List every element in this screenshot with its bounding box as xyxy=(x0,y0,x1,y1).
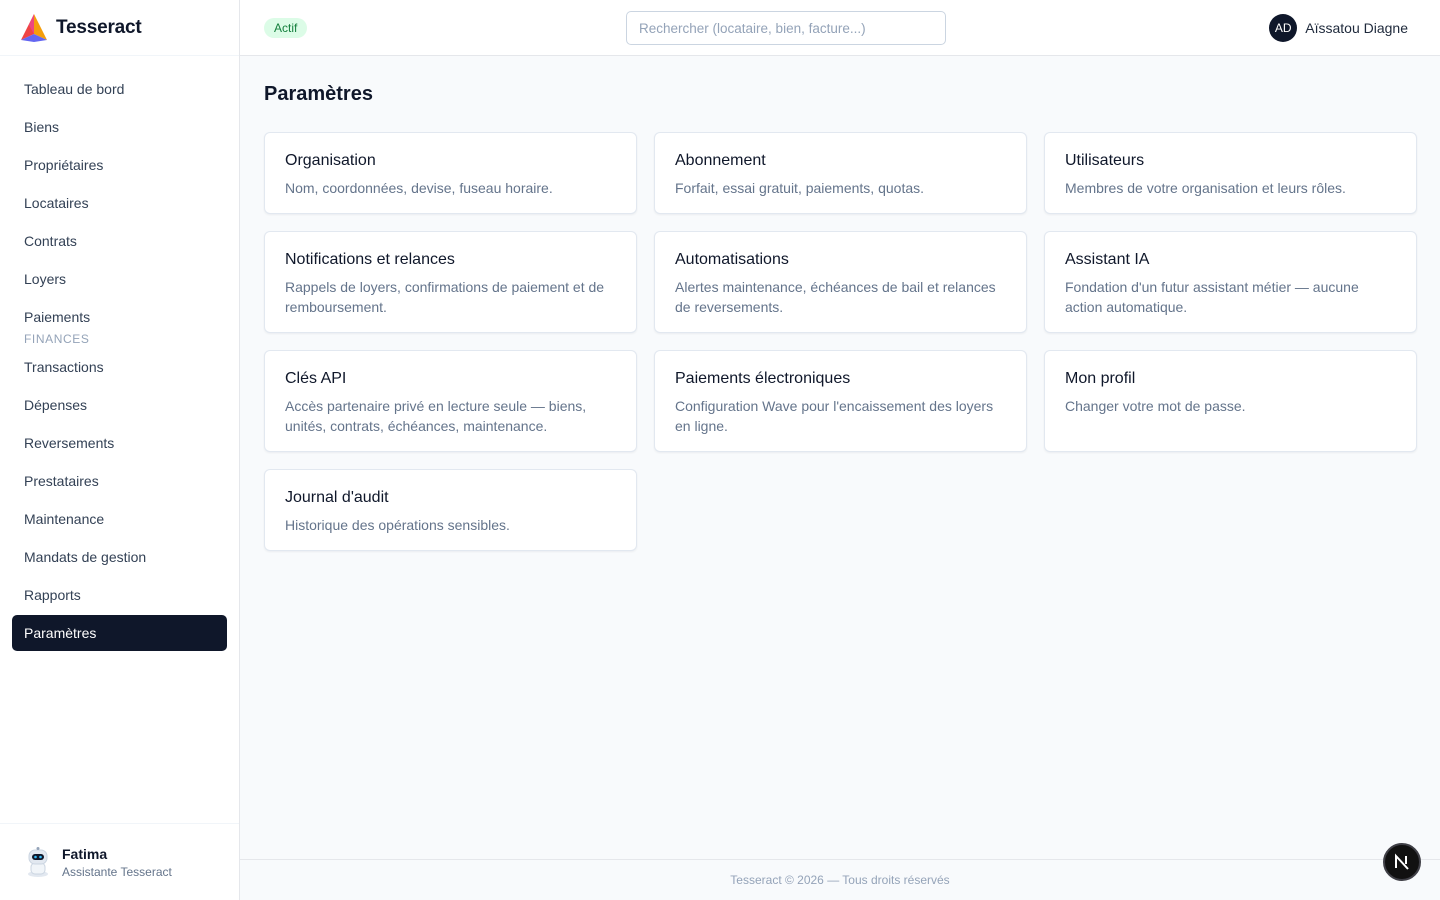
footer: Tesseract © 2026 — Tous droits réservés xyxy=(240,859,1440,900)
settings-card-mon-profil[interactable]: Mon profil Changer votre mot de passe. xyxy=(1044,350,1417,452)
page-title: Paramètres xyxy=(264,83,373,105)
settings-card-assistant-ia[interactable]: Assistant IA Fondation d'un futur assist… xyxy=(1044,231,1417,333)
sidebar-item-prestataires[interactable]: Prestataires xyxy=(12,463,227,499)
settings-card-automatisations[interactable]: Automatisations Alertes maintenance, éch… xyxy=(654,231,1027,333)
card-description: Rappels de loyers, confirmations de paie… xyxy=(285,279,605,315)
card-description: Nom, coordonnées, devise, fuseau horaire… xyxy=(285,180,553,196)
card-title: Clés API xyxy=(285,370,347,387)
card-title: Abonnement xyxy=(675,152,766,169)
sidebar-item-maintenance[interactable]: Maintenance xyxy=(12,501,227,537)
sidebar-item-contrats[interactable]: Contrats xyxy=(12,223,227,259)
assistant-name: Fatima xyxy=(62,845,108,862)
settings-card-journal-audit[interactable]: Journal d'audit Historique des opération… xyxy=(264,469,637,551)
settings-card-paiements-electroniques[interactable]: Paiements électroniques Configuration Wa… xyxy=(654,350,1027,452)
sidebar-nav: Tableau de bord Biens Propriétaires Loca… xyxy=(0,56,239,651)
card-title: Automatisations xyxy=(675,251,789,268)
settings-card-utilisateurs[interactable]: Utilisateurs Membres de votre organisati… xyxy=(1044,132,1417,214)
user-name: Aïssatou Diagne xyxy=(1305,20,1408,36)
main-content: Paramètres Organisation Nom, coordonnées… xyxy=(264,56,1417,551)
settings-card-cles-api[interactable]: Clés API Accès partenaire privé en lectu… xyxy=(264,350,637,452)
sidebar-item-biens[interactable]: Biens xyxy=(12,109,227,145)
sidebar-item-reversements[interactable]: Reversements xyxy=(12,425,227,461)
sidebar-item-transactions[interactable]: Transactions xyxy=(12,349,227,385)
status-badge: Actif xyxy=(264,18,308,38)
brand[interactable]: Tesseract xyxy=(0,0,239,56)
n-logo-icon xyxy=(1395,853,1409,870)
card-description: Fondation d'un futur assistant métier — … xyxy=(1065,279,1359,315)
avatar: AD xyxy=(1269,14,1298,42)
card-title: Assistant IA xyxy=(1065,251,1150,268)
card-title: Organisation xyxy=(285,152,376,169)
card-title: Journal d'audit xyxy=(285,489,389,506)
card-title: Mon profil xyxy=(1065,370,1136,387)
sidebar-item-depenses[interactable]: Dépenses xyxy=(12,387,227,423)
sidebar-item-parametres[interactable]: Paramètres xyxy=(12,615,227,651)
footer-text: Tesseract © 2026 — Tous droits réservés xyxy=(730,873,950,887)
settings-card-abonnement[interactable]: Abonnement Forfait, essai gratuit, paiem… xyxy=(654,132,1027,214)
card-title: Notifications et relances xyxy=(285,251,455,268)
card-title: Utilisateurs xyxy=(1065,152,1145,169)
card-description: Changer votre mot de passe. xyxy=(1065,398,1246,414)
card-description: Forfait, essai gratuit, paiements, quota… xyxy=(675,180,925,196)
sidebar-item-locataires[interactable]: Locataires xyxy=(12,185,227,221)
settings-grid: Organisation Nom, coordonnées, devise, f… xyxy=(264,132,1417,551)
assistant-info: Fatima Assistante Tesseract xyxy=(62,846,172,879)
brand-name: Tesseract xyxy=(56,16,142,38)
sidebar: Tesseract Tableau de bord Biens Propriét… xyxy=(0,0,240,900)
card-description: Configuration Wave pour l'encaissement d… xyxy=(675,398,994,434)
robot-avatar-icon xyxy=(28,847,48,877)
settings-card-organisation[interactable]: Organisation Nom, coordonnées, devise, f… xyxy=(264,132,637,214)
card-description: Membres de votre organisation et leurs r… xyxy=(1065,180,1346,196)
user-menu[interactable]: AD Aïssatou Diagne xyxy=(1269,14,1408,42)
sidebar-section-finances: FINANCES xyxy=(24,332,90,346)
assistant-widget[interactable]: Fatima Assistante Tesseract xyxy=(0,823,239,900)
card-description: Alertes maintenance, échéances de bail e… xyxy=(675,279,996,315)
tesseract-logo-icon xyxy=(21,13,47,42)
card-title: Paiements électroniques xyxy=(675,370,851,387)
sidebar-item-tableau-de-bord[interactable]: Tableau de bord xyxy=(12,71,227,107)
settings-card-notifications[interactable]: Notifications et relances Rappels de loy… xyxy=(264,231,637,333)
devtools-button[interactable] xyxy=(1383,843,1421,881)
assistant-role: Assistante Tesseract xyxy=(62,864,172,879)
sidebar-item-loyers[interactable]: Loyers xyxy=(12,261,227,297)
sidebar-item-rapports[interactable]: Rapports xyxy=(12,577,227,613)
sidebar-item-mandats-de-gestion[interactable]: Mandats de gestion xyxy=(12,539,227,575)
card-description: Historique des opérations sensibles. xyxy=(285,517,510,533)
search-input[interactable] xyxy=(626,11,946,45)
topbar: Actif AD Aïssatou Diagne xyxy=(240,0,1440,56)
sidebar-item-proprietaires[interactable]: Propriétaires xyxy=(12,147,227,183)
card-description: Accès partenaire privé en lecture seule … xyxy=(285,398,587,434)
